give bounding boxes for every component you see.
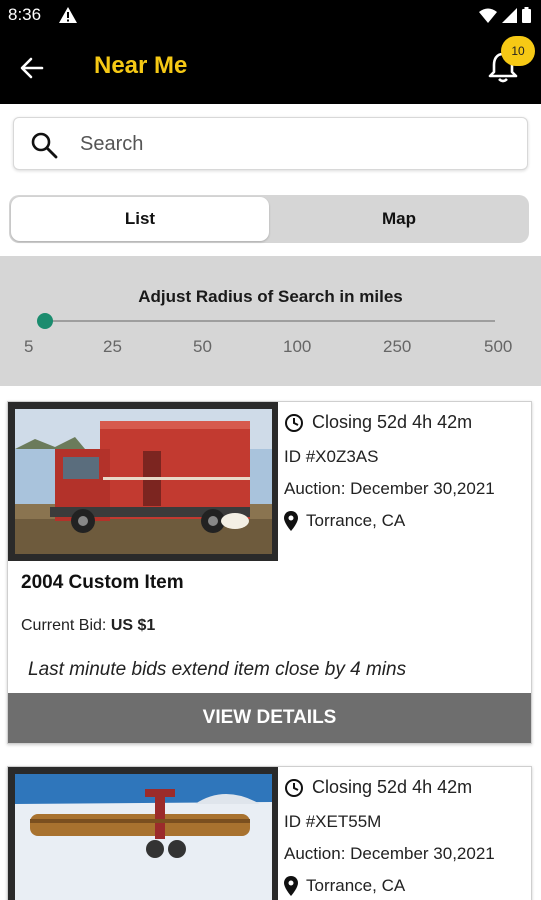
item-location: Torrance, CA xyxy=(284,511,405,531)
radius-tick: 5 xyxy=(24,337,34,356)
wifi-icon xyxy=(479,8,497,23)
item-location: Torrance, CA xyxy=(284,876,405,896)
map-pin-icon xyxy=(284,511,298,531)
current-bid: Current Bid: US $1 xyxy=(21,617,155,635)
status-icons xyxy=(479,7,531,23)
search-input[interactable] xyxy=(80,126,510,162)
tab-map[interactable]: Map xyxy=(271,197,527,241)
listing-image[interactable] xyxy=(8,402,278,561)
clock-icon xyxy=(284,778,304,798)
bid-value: US $1 xyxy=(110,617,156,634)
radius-tick: 25 xyxy=(103,337,122,356)
red-box-truck-photo xyxy=(15,409,272,554)
closing-text: Closing 52d 4h 42m xyxy=(312,777,473,797)
bid-label: Current Bid: xyxy=(21,617,107,634)
tab-list[interactable]: List xyxy=(11,197,269,241)
app-bar: Near Me xyxy=(0,30,541,104)
closing-time: Closing 52d 4h 42m xyxy=(284,777,472,798)
auction-date: Auction: December 30,2021 xyxy=(284,479,495,498)
radius-tick: 250 xyxy=(383,337,412,356)
radius-title: Adjust Radius of Search in miles xyxy=(138,287,403,306)
notification-badge: 10 xyxy=(501,36,535,66)
listing-card[interactable]: Closing 52d 4h 42m ID #X0Z3AS Auction: D… xyxy=(7,401,532,744)
warning-icon xyxy=(58,6,78,29)
signal-icon xyxy=(502,7,517,23)
auction-date: Auction: December 30,2021 xyxy=(284,844,495,863)
page-title: Near Me xyxy=(94,52,188,79)
listing-card[interactable]: Closing 52d 4h 42m ID #XET55M Auction: D… xyxy=(7,766,532,900)
item-id: ID #X0Z3AS xyxy=(284,447,379,466)
status-time: 8:36 xyxy=(8,5,42,24)
search-bar[interactable] xyxy=(13,117,528,170)
map-pin-icon xyxy=(284,876,298,896)
radius-tick: 50 xyxy=(193,337,212,356)
closing-time: Closing 52d 4h 42m xyxy=(284,412,472,433)
radius-panel: Adjust Radius of Search in miles 5 25 50… xyxy=(0,256,541,386)
extend-note: Last minute bids extend item close by 4 … xyxy=(28,659,407,680)
arrow-left-icon xyxy=(20,57,44,79)
search-icon xyxy=(30,131,58,164)
radius-slider-track[interactable] xyxy=(45,320,495,322)
status-bar: 8:36 xyxy=(0,0,541,30)
item-id: ID #XET55M xyxy=(284,812,382,831)
view-toggle: List Map xyxy=(9,195,529,243)
item-title: 2004 Custom Item xyxy=(21,572,184,593)
closing-text: Closing 52d 4h 42m xyxy=(312,412,473,432)
snow-equipment-photo xyxy=(15,774,272,900)
view-details-button[interactable]: VIEW DETAILS xyxy=(8,693,531,743)
clock-icon xyxy=(284,413,304,433)
radius-slider-thumb[interactable] xyxy=(37,313,53,329)
radius-tick: 100 xyxy=(283,337,312,356)
back-button[interactable] xyxy=(14,50,50,86)
location-text: Torrance, CA xyxy=(306,876,406,895)
battery-icon xyxy=(522,7,531,23)
location-text: Torrance, CA xyxy=(306,511,406,530)
radius-tick: 500 xyxy=(484,337,513,356)
listing-image[interactable] xyxy=(8,767,278,900)
